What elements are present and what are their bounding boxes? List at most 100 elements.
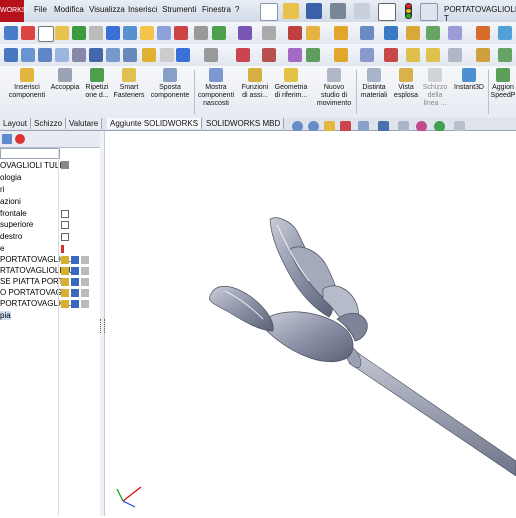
sum-icon[interactable]: [106, 26, 120, 40]
tree-filter-input[interactable]: [0, 148, 60, 159]
table2-icon[interactable]: [448, 48, 462, 62]
property-manager-icon[interactable]: [2, 134, 12, 144]
assembly-features-button[interactable]: Funzioni di assi...: [240, 68, 270, 100]
instant3d-button[interactable]: Instant3D: [452, 68, 486, 92]
menu-finestra[interactable]: Finestra: [202, 5, 231, 14]
lock-icon[interactable]: [406, 26, 420, 40]
settings-icon[interactable]: [334, 48, 348, 62]
tab-mbd[interactable]: SOLIDWORKS MBD: [203, 118, 285, 129]
appearance-icon[interactable]: [21, 26, 35, 40]
view-cube-icon[interactable]: [72, 48, 86, 62]
part-icon[interactable]: [55, 48, 69, 62]
bom-button[interactable]: Distinta materiali: [358, 68, 390, 100]
menu-visualizza[interactable]: Visualizza: [89, 5, 125, 14]
routing-icon[interactable]: [406, 48, 420, 62]
mate-tool-icon[interactable]: [236, 48, 250, 62]
mass-icon[interactable]: [288, 48, 302, 62]
smart-dimension-icon[interactable]: [238, 26, 252, 40]
new-document-icon[interactable]: [260, 3, 278, 21]
tree-item-history[interactable]: ologia: [0, 173, 21, 182]
print-icon[interactable]: [330, 3, 346, 19]
arrows-icon[interactable]: [157, 26, 171, 40]
tab-layout[interactable]: Layout: [0, 118, 32, 129]
rebuild-icon[interactable]: [204, 48, 218, 62]
options-icon[interactable]: [420, 3, 438, 21]
surface-icon[interactable]: [476, 48, 490, 62]
assembly-features-icon: [248, 68, 262, 82]
tree-item-top-plane[interactable]: superiore: [0, 220, 33, 229]
tree-root[interactable]: OVAGLIOLI TULIP: [0, 161, 67, 170]
shaded-icon[interactable]: [106, 48, 120, 62]
hide-show-icon[interactable]: [288, 26, 302, 40]
clock-icon[interactable]: [38, 26, 54, 42]
tree-item-origin[interactable]: e: [0, 244, 4, 253]
bulb-icon[interactable]: [142, 48, 156, 62]
mate-button[interactable]: Accoppia: [48, 68, 82, 92]
napkin-holder-model[interactable]: [209, 217, 516, 477]
wireframe-icon[interactable]: [123, 48, 137, 62]
menu-inserisci[interactable]: Inserisci: [128, 5, 157, 14]
show-hidden-button[interactable]: Mostra componenti nascosti: [196, 68, 236, 108]
sigma-icon[interactable]: [176, 48, 190, 62]
point-icon[interactable]: [384, 48, 398, 62]
graphics-area[interactable]: [105, 131, 516, 516]
instance-icon[interactable]: [262, 26, 276, 40]
menu-file[interactable]: File: [34, 5, 47, 14]
view-orient-icon[interactable]: [4, 26, 18, 40]
grid-icon[interactable]: [89, 26, 103, 40]
section-icon[interactable]: [89, 48, 103, 62]
tab-aggiunte[interactable]: Aggiunte SOLIDWORKS: [107, 118, 203, 129]
tree-item-component-4[interactable]: O PORTATOVAG: [0, 288, 62, 297]
check-sketch-icon[interactable]: [306, 48, 320, 62]
tab-schizzo[interactable]: Schizzo: [31, 118, 67, 129]
explode-line-button[interactable]: Schizzo della linea ...: [421, 68, 449, 108]
traffic-light-icon[interactable]: [405, 3, 412, 19]
select-cursor-icon[interactable]: [378, 3, 396, 21]
plane-icon[interactable]: [360, 48, 374, 62]
exploded-view-button[interactable]: Vista esplosa: [391, 68, 421, 100]
smart-fasteners-button[interactable]: Smart Fasteners: [112, 68, 146, 100]
interference-icon[interactable]: [262, 48, 276, 62]
save-icon[interactable]: [306, 3, 322, 19]
tab-valutare[interactable]: Valutare: [66, 118, 103, 129]
display-manager-icon[interactable]: [15, 134, 25, 144]
scissors-icon[interactable]: [174, 26, 188, 40]
assembly-icon[interactable]: [38, 48, 52, 62]
triangle-icon[interactable]: [426, 26, 440, 40]
speedpak-button[interactable]: Aggion SpeedP: [490, 68, 516, 100]
color-icon[interactable]: [306, 26, 320, 40]
gear-icon[interactable]: [334, 26, 348, 40]
measure-icon[interactable]: [123, 26, 137, 40]
mold-icon[interactable]: [498, 48, 512, 62]
insert-components-button[interactable]: Inserisci componenti: [2, 68, 52, 100]
flag-icon[interactable]: [476, 26, 490, 40]
sketch-icon[interactable]: [194, 26, 208, 40]
move-component-button[interactable]: Sposta componente: [148, 68, 192, 100]
folder-icon[interactable]: [55, 26, 69, 40]
pattern-button[interactable]: Ripetizi one d...: [82, 68, 112, 100]
open-folder-icon[interactable]: [283, 3, 299, 19]
check-icon[interactable]: [72, 26, 86, 40]
menu-help[interactable]: ?: [235, 5, 239, 14]
snap-icon[interactable]: [360, 26, 374, 40]
menu-modifica[interactable]: Modifica: [54, 5, 84, 14]
magnet-icon[interactable]: [384, 26, 398, 40]
tree-item-annotations[interactable]: azioni: [0, 197, 21, 206]
cube-blue-icon[interactable]: [21, 48, 35, 62]
motion-study-button[interactable]: Nuovo studio di movimento: [314, 68, 354, 108]
warning-icon[interactable]: [140, 26, 154, 40]
weld-icon[interactable]: [426, 48, 440, 62]
tree-item-sensors[interactable]: ri: [0, 185, 4, 194]
tree-item-mates[interactable]: pia: [0, 311, 11, 320]
tree-item-right-plane[interactable]: destro: [0, 232, 22, 241]
cube-icon[interactable]: [4, 48, 18, 62]
component-config-icon: [71, 278, 79, 286]
layers-icon[interactable]: [448, 26, 462, 40]
undo-icon[interactable]: [354, 3, 370, 19]
reference-geometry-button[interactable]: Geometria di riferim...: [272, 68, 310, 100]
axis-icon[interactable]: [160, 48, 174, 62]
globe-icon[interactable]: [498, 26, 512, 40]
table-icon[interactable]: [212, 26, 226, 40]
menu-strumenti[interactable]: Strumenti: [162, 5, 196, 14]
tree-item-front-plane[interactable]: frontale: [0, 209, 27, 218]
